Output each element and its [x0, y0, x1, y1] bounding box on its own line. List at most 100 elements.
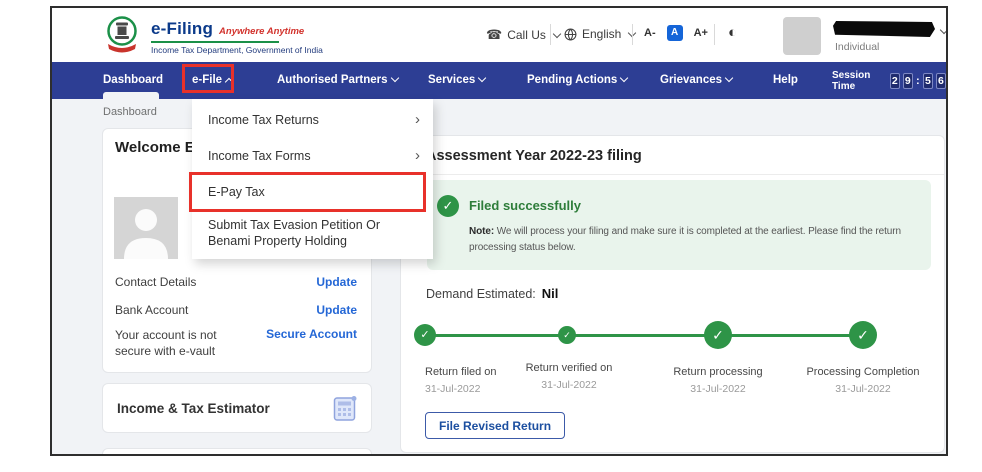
step-label: Return processing	[673, 366, 763, 378]
filed-success-banner: ✓ Filed successfully Note: We will proce…	[427, 180, 931, 270]
session-digit: 6	[935, 72, 946, 89]
user-menu[interactable]	[833, 21, 935, 37]
annotation-box-epay-tax	[189, 172, 426, 212]
top-header: e-Filing Anywhere Anytime Income Tax Dep…	[52, 8, 946, 62]
contrast-toggle-icon[interactable]: ◐	[728, 24, 737, 41]
menu-item-label: Income Tax Returns	[208, 112, 319, 127]
annotation-box-efile	[182, 64, 234, 93]
logo-tagline: Anywhere Anytime	[219, 26, 305, 37]
nav-grievances-label: Grievances	[660, 74, 723, 86]
timeline-step: Return verified on 31-Jul-2022	[507, 362, 631, 391]
india-emblem-icon	[107, 16, 137, 53]
welcome-title: Welcome E	[115, 139, 195, 156]
nav-ap-label: Authorised Partners	[277, 74, 388, 86]
session-colon: :	[916, 74, 920, 87]
evault-label: Your account is not secure with e-vault	[115, 328, 217, 359]
chevron-down-icon	[939, 25, 946, 35]
nav-pa-label: Pending Actions	[527, 74, 618, 86]
filing-card-title: Assessment Year 2022-23 filing	[426, 148, 642, 164]
header-divider	[632, 24, 633, 45]
chevron-down-icon	[724, 73, 734, 83]
nav-grievances[interactable]: Grievances	[660, 62, 734, 99]
nav-services[interactable]: Services	[428, 62, 487, 99]
logo-text: e-Filing Anywhere Anytime Income Tax Dep…	[151, 13, 323, 57]
note-label: Note:	[469, 226, 495, 237]
step-date: 31-Jul-2022	[835, 383, 891, 395]
update-bank-link[interactable]: Update	[316, 303, 357, 317]
logo-divider	[151, 41, 279, 43]
nav-authorised-partners[interactable]: Authorised Partners	[277, 62, 399, 99]
menu-item-label: Income Tax Forms	[208, 148, 311, 163]
submenu-arrow-icon: ›	[415, 147, 420, 164]
contact-details-label: Contact Details	[115, 275, 197, 289]
session-timer-label: Session Time	[832, 69, 871, 92]
nav-pending-actions[interactable]: Pending Actions	[527, 62, 629, 99]
file-revised-return-button[interactable]: File Revised Return	[425, 412, 566, 439]
update-contact-link[interactable]: Update	[316, 275, 357, 289]
step-date: 31-Jul-2022	[690, 383, 746, 395]
user-role-label: Individual	[835, 41, 880, 53]
font-increase-button[interactable]: A+	[694, 27, 708, 39]
active-tab-indicator	[103, 92, 159, 99]
menu-item-submit-tax-evasion[interactable]: Submit Tax Evasion Petition Or Benami Pr…	[192, 210, 433, 256]
avatar[interactable]	[783, 17, 821, 55]
call-us-dropdown[interactable]: ☎ Call Us	[486, 27, 562, 43]
language-dropdown[interactable]: English	[564, 27, 637, 41]
timeline-check-icon: ✓	[849, 321, 877, 349]
timeline-check-icon: ✓	[558, 326, 576, 344]
menu-item-income-tax-forms[interactable]: Income Tax Forms ›	[192, 139, 433, 172]
nav-help[interactable]: Help	[773, 62, 798, 99]
session-digit: 2	[889, 72, 900, 89]
chevron-down-icon	[552, 29, 562, 38]
timeline-check-icon: ✓	[414, 324, 436, 346]
header-divider	[714, 24, 715, 45]
filing-status-card: Assessment Year 2022-23 filing ✓ Filed s…	[400, 135, 945, 453]
profile-avatar-placeholder	[114, 197, 178, 259]
step-date: 31-Jul-2022	[425, 383, 481, 395]
demand-estimated: Demand Estimated: Nil	[426, 286, 558, 301]
logo-title: e-Filing	[151, 19, 214, 38]
session-digit: 9	[902, 72, 913, 89]
note-text: We will process your filing and make sur…	[469, 226, 901, 253]
demand-value: Nil	[541, 286, 559, 301]
submenu-arrow-icon: ›	[415, 111, 420, 128]
breadcrumb[interactable]: Dashboard	[103, 106, 157, 118]
menu-item-label: Submit Tax Evasion Petition Or Benami Pr…	[208, 217, 381, 248]
efiling-logo: e-Filing Anywhere Anytime Income Tax Dep…	[102, 13, 323, 57]
chevron-down-icon	[390, 73, 399, 83]
secure-account-link[interactable]: Secure Account	[266, 327, 357, 359]
font-default-button[interactable]: A	[666, 25, 683, 41]
logo-subtitle: Income Tax Department, Government of Ind…	[151, 45, 323, 55]
header-divider	[550, 24, 551, 45]
font-decrease-button[interactable]: A-	[644, 27, 656, 39]
income-tax-estimator-card[interactable]: Income & Tax Estimator	[102, 383, 372, 433]
timeline-step: Return processing 31-Jul-2022	[656, 366, 780, 395]
contact-details-row: Contact Details Update	[115, 275, 357, 289]
phone-icon: ☎	[486, 27, 503, 42]
chevron-down-icon	[478, 73, 487, 83]
timeline-check-icon: ✓	[704, 321, 732, 349]
partial-card	[102, 448, 372, 454]
filed-successfully-title: Filed successfully	[469, 198, 581, 213]
step-label: Return verified on	[525, 362, 613, 374]
call-us-label: Call Us	[507, 28, 546, 42]
bank-account-label: Bank Account	[115, 303, 189, 317]
bank-account-row: Bank Account Update	[115, 303, 357, 317]
step-label: Return filed on	[425, 366, 497, 378]
estimator-title: Income & Tax Estimator	[117, 401, 270, 416]
session-digit: 5	[922, 72, 933, 89]
redacted-username	[833, 21, 935, 37]
evault-row: Your account is not secure with e-vault …	[115, 327, 357, 359]
session-timer: Session Time 2 9 : 5 6	[832, 62, 946, 99]
timeline-step: Return filed on 31-Jul-2022	[425, 366, 497, 395]
demand-label: Demand Estimated:	[426, 287, 536, 301]
timeline-step: Processing Completion 31-Jul-2022	[801, 366, 925, 395]
menu-item-income-tax-returns[interactable]: Income Tax Returns ›	[192, 103, 433, 136]
globe-icon	[564, 28, 577, 40]
calculator-icon	[333, 396, 357, 421]
check-circle-icon: ✓	[437, 195, 459, 217]
nav-services-label: Services	[428, 74, 476, 86]
timeline-connector	[425, 334, 863, 337]
filing-note: Note: We will process your filing and ma…	[469, 224, 931, 255]
step-label: Processing Completion	[806, 366, 920, 378]
